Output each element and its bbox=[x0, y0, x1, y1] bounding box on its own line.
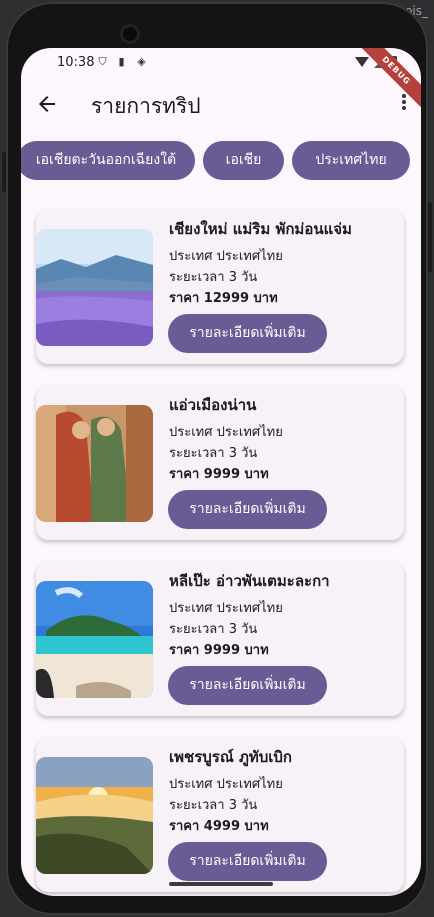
trip-duration: ระยะเวลา 3 วัน bbox=[169, 622, 258, 637]
details-button[interactable]: รายละเอียดเพิ่มเติม bbox=[168, 842, 327, 881]
trip-title: แอ่วเมืองน่าน bbox=[169, 396, 257, 414]
chip-thailand[interactable]: ประเทศไทย bbox=[292, 141, 410, 180]
sd-card-icon: ▮ bbox=[118, 55, 125, 68]
app-bar: รายการทริป bbox=[21, 78, 421, 130]
volume-button bbox=[2, 152, 6, 192]
details-button[interactable]: รายละเอียดเพิ่มเติม bbox=[168, 666, 327, 705]
trip-card[interactable]: เพชรบูรณ์ ภูทับเบิก ประเทศ ประเทศไทย ระย… bbox=[36, 737, 404, 892]
trip-price: ราคา 9999 บาท bbox=[169, 643, 269, 658]
trip-country: ประเทศ ประเทศไทย bbox=[169, 777, 283, 792]
settings-diamond-icon: ◈ bbox=[137, 55, 146, 68]
status-time: 10:38 bbox=[57, 55, 95, 70]
front-camera bbox=[123, 27, 137, 41]
trip-duration: ระยะเวลา 3 วัน bbox=[169, 798, 258, 813]
trip-duration: ระยะเวลา 3 วัน bbox=[169, 270, 258, 285]
trip-image-beach bbox=[36, 581, 153, 698]
trip-card[interactable]: แอ่วเมืองน่าน ประเทศ ประเทศไทย ระยะเวลา … bbox=[36, 385, 404, 540]
trip-country: ประเทศ ประเทศไทย bbox=[169, 425, 283, 440]
back-arrow-icon[interactable] bbox=[35, 92, 59, 116]
trip-image-sunrise bbox=[36, 757, 153, 874]
trip-country: ประเทศ ประเทศไทย bbox=[169, 249, 283, 264]
app-screen: 10:38 ⛉ ▮ ◈ DEBUG รายการทริป เอเชียตะวัน… bbox=[21, 48, 421, 896]
home-indicator[interactable] bbox=[169, 882, 273, 886]
trip-title: เพชรบูรณ์ ภูทับเบิก bbox=[169, 748, 292, 766]
details-button[interactable]: รายละเอียดเพิ่มเติม bbox=[168, 314, 327, 353]
chip-southeast-asia[interactable]: เอเชียตะวันออกเฉียงใต้ bbox=[21, 141, 195, 180]
trip-title: หลีเป๊ะ อ่าวพันเตมะละกา bbox=[169, 572, 330, 590]
chip-asia[interactable]: เอเชีย bbox=[203, 141, 284, 180]
trip-country: ประเทศ ประเทศไทย bbox=[169, 601, 283, 616]
trip-price: ราคา 9999 บาท bbox=[169, 467, 269, 482]
trip-image-lavender bbox=[36, 229, 153, 346]
status-bar: 10:38 ⛉ ▮ ◈ DEBUG bbox=[21, 48, 421, 116]
trip-price: ราคา 12999 บาท bbox=[169, 291, 278, 306]
wifi-icon bbox=[355, 57, 369, 67]
trip-image-mural bbox=[36, 405, 153, 522]
trip-card[interactable]: หลีเป๊ะ อ่าวพันเตมะละกา ประเทศ ประเทศไทย… bbox=[36, 561, 404, 716]
trip-card[interactable]: เชียงใหม่ แม่ริม พักม่อนแจ่ม ประเทศ ประเ… bbox=[36, 209, 404, 364]
trip-price: ราคา 4999 บาท bbox=[169, 819, 269, 834]
page-title: รายการทริป bbox=[91, 94, 201, 118]
shield-icon: ⛉ bbox=[98, 55, 107, 68]
details-button[interactable]: รายละเอียดเพิ่มเติม bbox=[168, 490, 327, 529]
trip-title: เชียงใหม่ แม่ริม พักม่อนแจ่ม bbox=[169, 220, 352, 238]
filter-chips: เอเชียตะวันออกเฉียงใต้ เอเชีย ประเทศไทย bbox=[21, 141, 421, 181]
trip-duration: ระยะเวลา 3 วัน bbox=[169, 446, 258, 461]
more-vert-icon[interactable] bbox=[401, 94, 407, 114]
power-button bbox=[428, 202, 432, 272]
